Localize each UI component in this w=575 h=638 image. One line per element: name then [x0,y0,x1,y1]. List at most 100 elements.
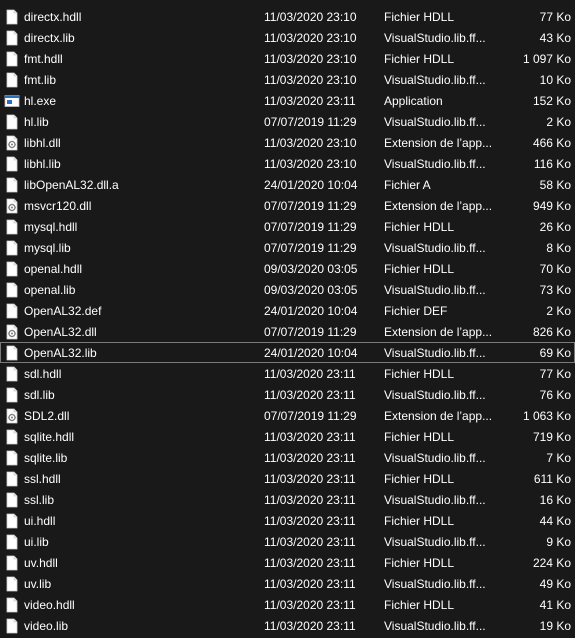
file-icon [4,51,20,67]
file-name: OpenAL32.def [24,304,102,318]
file-size: 73 Ko [539,283,571,297]
file-type: Application [384,94,443,108]
file-size: 77 Ko [539,367,571,381]
file-name: sdl.hdll [24,367,62,381]
file-size: 1 097 Ko [522,52,571,66]
file-type: VisualStudio.lib.ff... [384,388,486,402]
file-modified-date: 11/03/2020 23:11 [264,472,356,486]
file-row[interactable]: sqlite.lib 11/03/2020 23:11 VisualStudio… [0,447,575,468]
file-row[interactable]: libhl.lib 11/03/2020 23:10 VisualStudio.… [0,153,575,174]
file-name: uv.hdll [24,556,58,570]
file-modified-date: 07/07/2019 11:29 [264,325,357,339]
file-type: VisualStudio.lib.ff... [384,31,486,45]
file-row[interactable]: directx.lib 11/03/2020 23:10 VisualStudi… [0,27,575,48]
file-modified-date: 11/03/2020 23:11 [264,535,356,549]
file-row[interactable]: fmt.hdll 11/03/2020 23:10 Fichier HDLL 1… [0,48,575,69]
file-size: 116 Ko [533,157,571,171]
file-size: 10 Ko [539,73,571,87]
file-icon [4,240,20,256]
file-name: ui.hdll [24,514,56,528]
file-icon [4,555,20,571]
file-modified-date: 11/03/2020 23:11 [264,367,356,381]
file-size: 466 Ko [532,136,571,150]
file-size: 41 Ko [539,598,571,612]
file-row[interactable]: openal.hdll 09/03/2020 03:05 Fichier HDL… [0,258,575,279]
file-row[interactable]: fmt.lib 11/03/2020 23:10 VisualStudio.li… [0,69,575,90]
file-type: VisualStudio.lib.ff... [384,241,486,255]
file-row[interactable]: video.hdll 11/03/2020 23:11 Fichier HDLL… [0,594,575,615]
file-size: 43 Ko [539,31,571,45]
file-type: VisualStudio.lib.ff... [384,535,486,549]
file-row[interactable]: libhl.dll 11/03/2020 23:10 Extension de … [0,132,575,153]
file-icon [4,450,20,466]
file-type: VisualStudio.lib.ff... [384,73,486,87]
file-size: 719 Ko [532,430,571,444]
file-modified-date: 11/03/2020 23:11 [264,430,356,444]
file-modified-date: 11/03/2020 23:11 [264,514,356,528]
file-row[interactable]: mysql.lib 07/07/2019 11:29 VisualStudio.… [0,237,575,258]
file-row[interactable]: hl.exe 11/03/2020 23:11 Application 152 … [0,90,575,111]
file-row[interactable]: OpenAL32.dll 07/07/2019 11:29 Extension … [0,321,575,342]
file-size: 49 Ko [539,577,571,591]
file-modified-date: 24/01/2020 10:04 [264,304,358,318]
file-type: Fichier HDLL [384,598,455,612]
file-row[interactable]: msvcr120.dll 07/07/2019 11:29 Extension … [0,195,575,216]
file-name: sdl.lib [24,388,55,402]
file-row[interactable]: video.lib 11/03/2020 23:11 VisualStudio.… [0,615,575,636]
file-modified-date: 11/03/2020 23:10 [264,31,357,45]
file-modified-date: 09/03/2020 03:05 [264,262,358,276]
file-modified-date: 11/03/2020 23:10 [264,157,357,171]
file-name: OpenAL32.dll [24,325,97,339]
file-row[interactable]: ssl.hdll 11/03/2020 23:11 Fichier HDLL 6… [0,468,575,489]
file-type: Fichier HDLL [384,52,455,66]
file-row[interactable]: mysql.hdll 07/07/2019 11:29 Fichier HDLL… [0,216,575,237]
file-row[interactable]: directx.hdll 11/03/2020 23:10 Fichier HD… [0,6,575,27]
file-icon [4,387,20,403]
file-row[interactable]: OpenAL32.lib 24/01/2020 10:04 VisualStud… [0,342,575,363]
file-size: 9 Ko [546,535,571,549]
file-name: sqlite.lib [24,451,68,465]
file-type: Extension de l’app... [384,136,492,150]
file-type: Fichier HDLL [384,514,455,528]
file-name: ssl.hdll [24,472,61,486]
file-type: VisualStudio.lib.ff... [384,115,486,129]
file-type: Fichier HDLL [384,367,455,381]
file-icon [4,513,20,529]
file-name: video.hdll [24,598,75,612]
file-row[interactable]: libOpenAL32.dll.a 24/01/2020 10:04 Fichi… [0,174,575,195]
file-icon [4,30,20,46]
file-row[interactable]: sqlite.hdll 11/03/2020 23:11 Fichier HDL… [0,426,575,447]
file-icon [4,492,20,508]
file-row[interactable]: ui.hdll 11/03/2020 23:11 Fichier HDLL 44… [0,510,575,531]
file-name: sqlite.hdll [24,430,75,444]
file-row[interactable]: SDL2.dll 07/07/2019 11:29 Extension de l… [0,405,575,426]
file-row[interactable]: sdl.hdll 11/03/2020 23:11 Fichier HDLL 7… [0,363,575,384]
file-row[interactable]: uv.hdll 11/03/2020 23:11 Fichier HDLL 22… [0,552,575,573]
file-icon [4,534,20,550]
file-row[interactable]: ssl.lib 11/03/2020 23:11 VisualStudio.li… [0,489,575,510]
file-row[interactable]: hl.lib 07/07/2019 11:29 VisualStudio.lib… [0,111,575,132]
file-type: Extension de l’app... [384,325,492,339]
file-name: fmt.hdll [24,52,63,66]
file-icon [4,471,20,487]
file-size: 58 Ko [539,178,571,192]
file-modified-date: 11/03/2020 23:11 [264,619,356,633]
file-size: 826 Ko [532,325,571,339]
file-row[interactable]: uv.lib 11/03/2020 23:11 VisualStudio.lib… [0,573,575,594]
file-size: 76 Ko [539,388,571,402]
file-name: directx.hdll [24,10,82,24]
file-modified-date: 07/07/2019 11:29 [264,199,357,213]
file-type: VisualStudio.lib.ff... [384,451,486,465]
file-name: OpenAL32.lib [24,346,97,360]
file-row[interactable]: sdl.lib 11/03/2020 23:11 VisualStudio.li… [0,384,575,405]
file-list[interactable]: directx.hdll 11/03/2020 23:10 Fichier HD… [0,0,575,638]
file-row[interactable]: openal.lib 09/03/2020 03:05 VisualStudio… [0,279,575,300]
file-name: video.lib [24,619,69,633]
file-modified-date: 11/03/2020 23:11 [264,388,356,402]
file-row[interactable]: ui.lib 11/03/2020 23:11 VisualStudio.lib… [0,531,575,552]
file-row[interactable]: OpenAL32.def 24/01/2020 10:04 Fichier DE… [0,300,575,321]
file-icon [4,576,20,592]
file-type: Extension de l’app... [384,199,492,213]
file-icon [4,282,20,298]
file-modified-date: 11/03/2020 23:10 [264,10,357,24]
